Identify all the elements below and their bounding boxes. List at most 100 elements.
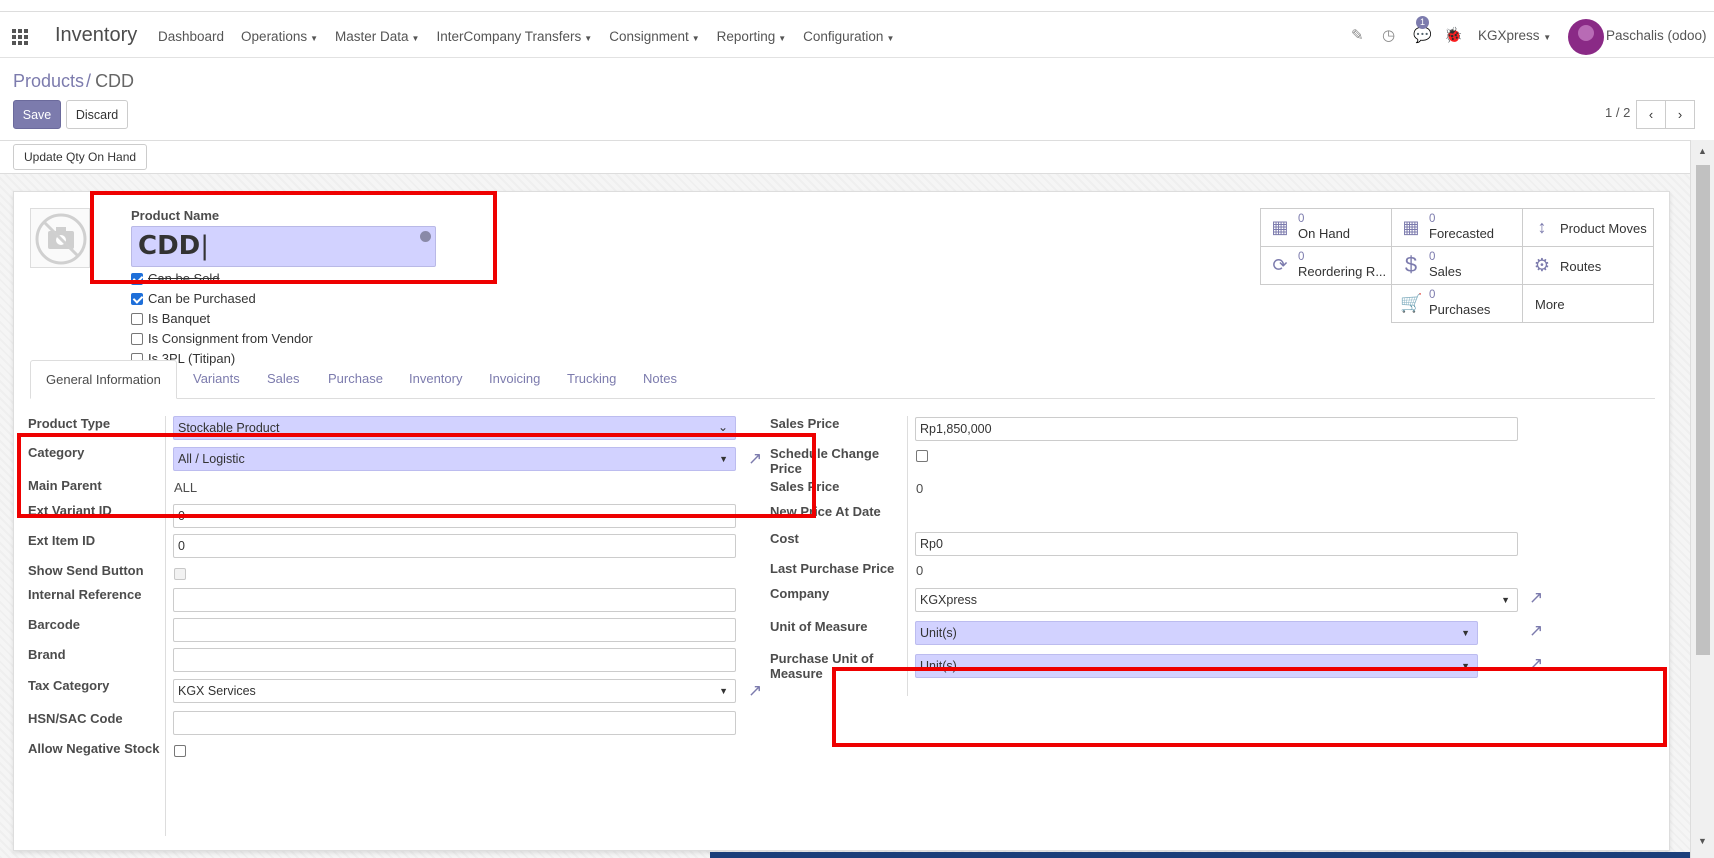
pager-value[interactable]: 1 / 2 — [1605, 105, 1630, 120]
product-moves-button[interactable]: ↕ Product Moves — [1522, 208, 1654, 247]
barcode-input[interactable] — [173, 618, 736, 642]
building-icon: ▦ — [1271, 217, 1289, 237]
pager-previous-button[interactable]: ‹ — [1636, 100, 1666, 129]
user-avatar[interactable] — [1568, 19, 1604, 55]
menu-operations[interactable]: Operations ▼ — [241, 29, 318, 44]
is-consignment-checkbox[interactable] — [131, 332, 143, 345]
dollar-icon: $ — [1404, 252, 1418, 277]
breadcrumb-products[interactable]: Products — [13, 71, 84, 91]
translate-globe-icon[interactable] — [420, 231, 431, 242]
tab-sales[interactable]: Sales — [252, 360, 315, 399]
sales-price-input[interactable]: Rp1,850,000 — [915, 417, 1518, 441]
is-banquet-label: Is Banquet — [148, 311, 211, 326]
refresh-icon: ⟳ — [1272, 255, 1288, 275]
scroll-down-icon[interactable]: ▼ — [1698, 836, 1707, 846]
scroll-up-icon[interactable]: ▲ — [1698, 146, 1707, 156]
tab-notes[interactable]: Notes — [628, 360, 692, 399]
can-be-sold-checkbox[interactable] — [131, 272, 143, 285]
caret-down-icon: ▼ — [719, 454, 728, 464]
menu-configuration[interactable]: Configuration ▼ — [803, 29, 894, 44]
cost-value: Rp0 — [920, 537, 943, 551]
category-label: Category — [28, 445, 85, 460]
product-image[interactable] — [30, 208, 90, 268]
external-link-icon[interactable]: ↗ — [1529, 622, 1547, 640]
smart-button-box: ▦ 0 On Hand ▦ 0 Forecasted ↕ Product Mov… — [1260, 208, 1655, 325]
product-name-value: CDD — [138, 231, 201, 261]
tax-category-select[interactable]: KGX Services ▼ — [173, 679, 736, 703]
sales-label: Sales — [1429, 264, 1462, 279]
product-type-select[interactable]: Stockable Product ⌄ — [173, 416, 736, 440]
tab-inventory[interactable]: Inventory — [394, 360, 477, 399]
product-name-input[interactable]: CDD| — [131, 226, 436, 267]
tab-trucking[interactable]: Trucking — [552, 360, 631, 399]
external-link-icon[interactable]: ↗ — [1529, 655, 1547, 673]
external-link-icon[interactable]: ↗ — [748, 450, 766, 468]
external-link-icon[interactable]: ↗ — [748, 682, 766, 700]
page-scrollbar[interactable]: ▲ ▼ — [1690, 140, 1714, 858]
is-banquet-checkbox[interactable] — [131, 312, 143, 325]
reordering-value: 0 — [1298, 251, 1305, 263]
allow-negative-stock-label: Allow Negative Stock — [28, 741, 160, 756]
product-type-label: Product Type — [28, 416, 111, 431]
menu-consignment[interactable]: Consignment ▼ — [609, 29, 699, 44]
company-value: KGXpress — [920, 593, 977, 607]
product-type-value: Stockable Product — [178, 421, 280, 435]
breadcrumb-separator: / — [86, 71, 92, 91]
internal-reference-input[interactable] — [173, 588, 736, 612]
tab-variants[interactable]: Variants — [178, 360, 255, 399]
purchase-unit-of-measure-label: Purchase Unit of Measure — [770, 651, 874, 681]
caret-down-icon: ▼ — [411, 34, 420, 43]
on-hand-button[interactable]: ▦ 0 On Hand — [1260, 208, 1392, 247]
is-banquet-row: Is Banquet — [131, 311, 210, 326]
edit-note-icon[interactable]: ✎ — [1351, 26, 1364, 44]
scroll-thumb[interactable] — [1696, 165, 1710, 655]
caret-down-icon: ▼ — [1461, 661, 1470, 671]
menu-master-data[interactable]: Master Data ▼ — [335, 29, 419, 44]
company-switcher[interactable]: KGXpress ▼ — [1478, 28, 1551, 43]
company-select[interactable]: KGXpress ▼ — [915, 588, 1518, 612]
messages-count-badge: 1 — [1416, 16, 1429, 29]
can-be-purchased-checkbox[interactable] — [131, 292, 143, 305]
external-link-icon[interactable]: ↗ — [1529, 589, 1547, 607]
tab-invoicing[interactable]: Invoicing — [474, 360, 555, 399]
unit-of-measure-select[interactable]: Unit(s) ▼ — [915, 621, 1478, 645]
apps-grid-icon[interactable] — [12, 29, 28, 45]
menu-reporting[interactable]: Reporting ▼ — [717, 29, 786, 44]
hsn-sac-code-input[interactable] — [173, 711, 736, 735]
clock-activity-icon[interactable]: ◷ — [1382, 26, 1395, 44]
reordering-rules-button[interactable]: ⟳ 0 Reordering R... — [1260, 246, 1392, 285]
chevron-left-icon: ‹ — [1648, 107, 1654, 122]
purchases-label: Purchases — [1429, 302, 1491, 317]
product-moves-label: Product Moves — [1560, 221, 1647, 236]
sales-button[interactable]: $ 0 Sales — [1391, 246, 1523, 285]
menu-dashboard[interactable]: Dashboard — [158, 29, 224, 44]
ext-item-id-input[interactable]: 0 — [173, 534, 736, 558]
pager-next-button[interactable]: › — [1665, 100, 1695, 129]
purchase-unit-of-measure-select[interactable]: Unit(s) ▼ — [915, 654, 1478, 678]
last-purchase-price-value: 0 — [916, 563, 924, 578]
show-send-button-checkbox — [174, 568, 186, 580]
brand-input[interactable] — [173, 648, 736, 672]
save-button[interactable]: Save — [13, 100, 61, 129]
forecasted-label: Forecasted — [1429, 226, 1495, 241]
update-qty-on-hand-button[interactable]: Update Qty On Hand — [13, 144, 148, 170]
more-button[interactable]: More — [1522, 284, 1654, 323]
tab-general-information[interactable]: General Information — [30, 360, 177, 399]
discard-button[interactable]: Discard — [66, 100, 128, 129]
sales-price-2-value: 0 — [916, 481, 924, 496]
user-menu[interactable]: Paschalis (odoo) — [1606, 28, 1707, 43]
control-panel: Products / CDD Save Discard 1 / 2 ‹ › — [0, 58, 1714, 140]
unit-of-measure-value: Unit(s) — [920, 626, 957, 640]
allow-negative-stock-checkbox[interactable] — [174, 745, 186, 757]
purchases-button[interactable]: 🛒 0 Purchases — [1391, 284, 1523, 323]
debug-bug-icon[interactable]: 🐞 — [1444, 26, 1463, 44]
schedule-change-price-checkbox[interactable] — [916, 450, 928, 462]
routes-button[interactable]: ⚙ Routes — [1522, 246, 1654, 285]
menu-intercompany-transfers[interactable]: InterCompany Transfers ▼ — [436, 29, 592, 44]
cost-input[interactable]: Rp0 — [915, 532, 1518, 556]
building-icon: ▦ — [1402, 217, 1420, 237]
category-select[interactable]: All / Logistic ▼ — [173, 447, 736, 471]
forecasted-button[interactable]: ▦ 0 Forecasted — [1391, 208, 1523, 247]
tab-purchase[interactable]: Purchase — [313, 360, 398, 399]
ext-variant-id-input[interactable]: 0 — [173, 504, 736, 528]
